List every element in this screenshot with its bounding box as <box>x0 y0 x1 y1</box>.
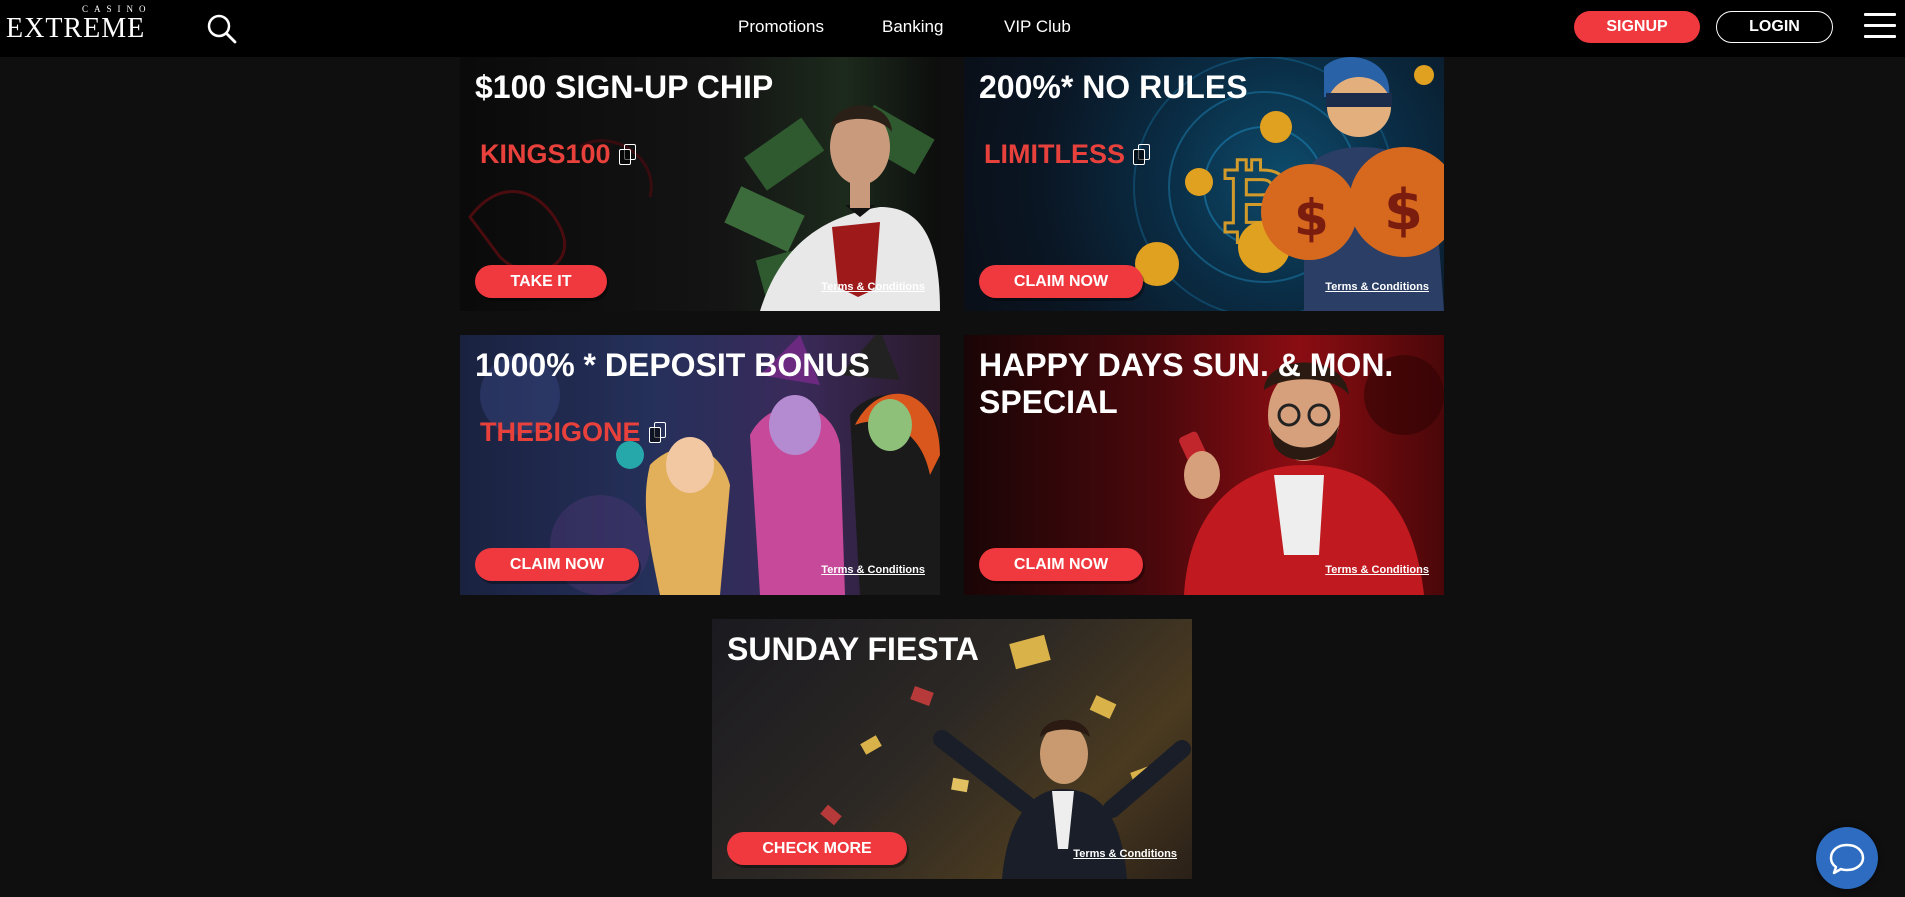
claim-now-button[interactable]: CLAIM NOW <box>979 265 1143 298</box>
terms-link[interactable]: Terms & Conditions <box>821 564 925 576</box>
promo-title: 200%* NO RULES <box>979 69 1248 105</box>
promo-title-line1: HAPPY DAYS SUN. & MON. <box>979 347 1394 383</box>
promo-title: SUNDAY FIESTA <box>727 631 979 667</box>
copy-icon[interactable] <box>618 143 637 166</box>
promo-code[interactable]: LIMITLESS <box>984 139 1151 170</box>
take-it-button[interactable]: TAKE IT <box>475 265 607 298</box>
copy-icon[interactable] <box>648 421 667 444</box>
promo-card-no-rules[interactable]: ₿ $ $ 200%* NO RULES LIMITLESS CLAIM NOW… <box>964 57 1444 311</box>
terms-link[interactable]: Terms & Conditions <box>821 281 925 293</box>
nav-banking[interactable]: Banking <box>882 17 943 37</box>
terms-link[interactable]: Terms & Conditions <box>1325 564 1429 576</box>
copy-icon[interactable] <box>1133 143 1151 166</box>
promo-title-line2: SPECIAL <box>979 384 1118 420</box>
claim-now-button[interactable]: CLAIM NOW <box>979 548 1143 581</box>
claim-now-button[interactable]: CLAIM NOW <box>475 548 639 581</box>
chat-bubble-icon <box>1829 843 1865 875</box>
promo-code-text: LIMITLESS <box>984 139 1125 169</box>
login-button[interactable]: LOGIN <box>1716 11 1833 43</box>
promo-card-sunday-fiesta[interactable]: SUNDAY FIESTA CHECK MORE Terms & Conditi… <box>712 619 1192 879</box>
promo-code[interactable]: KINGS100 <box>480 139 637 170</box>
promo-card-happy-days[interactable]: HAPPY DAYS SUN. & MON. SPECIAL CLAIM NOW… <box>964 335 1444 595</box>
hamburger-menu-icon[interactable] <box>1864 13 1896 41</box>
site-header: CASINO EXTREME Promotions Banking VIP Cl… <box>0 0 1905 57</box>
terms-link[interactable]: Terms & Conditions <box>1325 281 1429 293</box>
promo-code[interactable]: THEBIGONE <box>480 417 667 448</box>
promo-code-text: THEBIGONE <box>480 417 641 447</box>
promo-title: $100 SIGN-UP CHIP <box>475 69 774 105</box>
svg-text:$: $ <box>1294 189 1329 247</box>
search-icon[interactable] <box>206 13 238 45</box>
live-chat-button[interactable] <box>1816 827 1878 889</box>
nav-promotions[interactable]: Promotions <box>738 17 824 37</box>
casino-extreme-logo[interactable]: CASINO EXTREME <box>6 4 172 50</box>
check-more-button[interactable]: CHECK MORE <box>727 832 907 865</box>
svg-text:$: $ <box>1384 178 1423 243</box>
promo-title: HAPPY DAYS SUN. & MON. SPECIAL <box>979 347 1393 421</box>
promo-code-text: KINGS100 <box>480 139 611 169</box>
nav-vip-club[interactable]: VIP Club <box>1004 17 1071 37</box>
promo-title: 1000% * DEPOSIT BONUS <box>475 347 870 383</box>
promo-card-deposit-bonus[interactable]: 1000% * DEPOSIT BONUS THEBIGONE CLAIM NO… <box>460 335 940 595</box>
signup-button[interactable]: SIGNUP <box>1574 11 1700 43</box>
promo-card-signup-chip[interactable]: $100 SIGN-UP CHIP KINGS100 TAKE IT Terms… <box>460 57 940 311</box>
terms-link[interactable]: Terms & Conditions <box>1073 848 1177 860</box>
logo-big-text: EXTREME <box>6 13 146 44</box>
